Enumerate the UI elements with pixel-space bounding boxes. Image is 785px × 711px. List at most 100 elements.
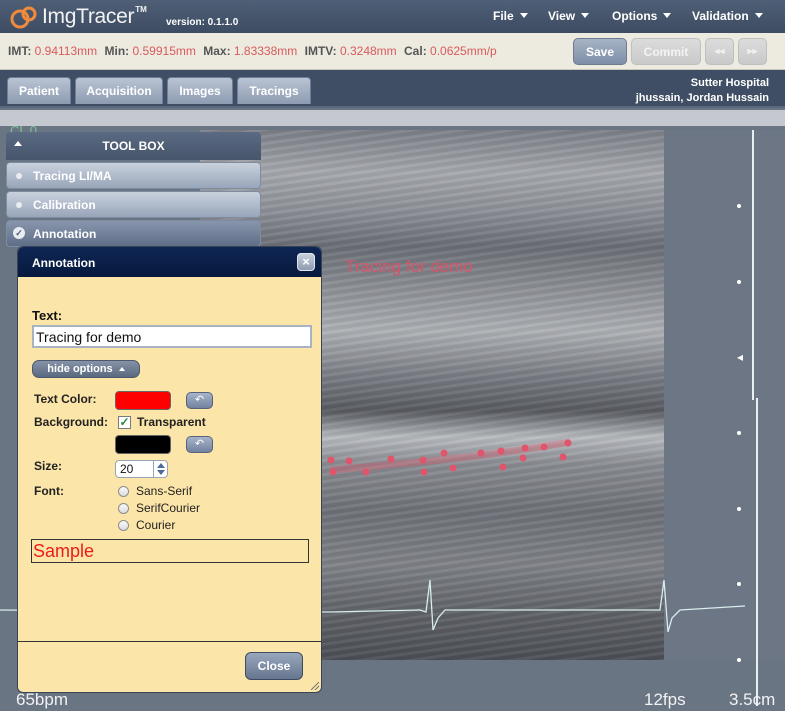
bullet-icon: [16, 173, 22, 179]
trace-point: [499, 463, 507, 471]
logo-icon: [10, 6, 37, 29]
trademark: TM: [135, 4, 147, 14]
depth-readout: 3.5cm: [729, 690, 776, 709]
app-name: ImgTracer: [42, 5, 135, 28]
annotation-dialog: Annotation × Text: hide options Text Col…: [17, 246, 322, 693]
tool-tracing-lima[interactable]: Tracing LI/MA: [6, 162, 261, 189]
scale-line-lower: [756, 398, 758, 706]
spin-up-icon[interactable]: [157, 463, 165, 468]
imtv-value: 0.3248mm: [339, 44, 397, 58]
chevron-up-icon: [118, 367, 125, 371]
previous-button[interactable]: ◂◂: [705, 38, 734, 65]
text-label: Text:: [32, 308, 63, 323]
dialog-title: Annotation: [32, 256, 96, 270]
tab-tracings[interactable]: Tracings: [237, 77, 311, 104]
depth-marker: [737, 431, 741, 435]
divider: [18, 641, 321, 642]
trace-point: [540, 443, 548, 451]
close-icon[interactable]: ×: [297, 253, 315, 271]
depth-marker: [737, 204, 741, 208]
annotation-text-input[interactable]: [32, 325, 312, 348]
viewer-top-strip: [0, 110, 785, 126]
trace-point: [449, 464, 457, 472]
font-option-label: Courier: [136, 518, 176, 532]
depth-marker: [737, 507, 741, 511]
spinner-icon[interactable]: [153, 460, 168, 478]
toolbox-title: TOOL BOX: [102, 139, 165, 153]
scale-line: [752, 130, 754, 400]
tab-patient[interactable]: Patient: [7, 77, 71, 104]
cal-label: Cal:: [404, 44, 427, 58]
hospital-name: Sutter Hospital: [690, 77, 769, 89]
font-option-label: SerifCourier: [136, 501, 201, 515]
save-button[interactable]: Save: [573, 38, 627, 65]
max-value: 1.83338mm: [233, 44, 298, 58]
trace-point: [419, 456, 427, 464]
tool-calibration[interactable]: Calibration: [6, 191, 261, 218]
top-header: ImgTracer TM version: 0.1.1.0 File View …: [0, 0, 785, 33]
menu-validation[interactable]: Validation: [692, 9, 763, 23]
tab-acquisition[interactable]: Acquisition: [75, 77, 163, 104]
tool-label: Tracing LI/MA: [33, 168, 112, 183]
depth-marker: [737, 658, 741, 662]
collapse-icon[interactable]: [14, 141, 22, 146]
close-button[interactable]: Close: [245, 652, 303, 680]
depth-marker: [737, 280, 741, 284]
trace-point: [564, 439, 572, 447]
hospital-user-info: Sutter Hospital jhussain, Jordan Hussain: [636, 76, 769, 106]
spin-down-icon[interactable]: [157, 470, 165, 475]
commit-button[interactable]: Commit: [631, 38, 701, 65]
dialog-titlebar[interactable]: Annotation ×: [18, 247, 321, 277]
imt-value: 0.94113mm: [34, 44, 98, 58]
chevron-down-icon: [754, 13, 763, 18]
font-sample-preview: Sample: [31, 539, 309, 563]
toolbox-header[interactable]: TOOL BOX: [6, 132, 261, 160]
trace-point: [329, 468, 337, 476]
trace-point: [519, 454, 527, 462]
tool-label: Annotation: [33, 226, 97, 241]
trace-point: [477, 449, 485, 457]
menu-view[interactable]: View: [548, 9, 590, 23]
font-radio-sans-serif[interactable]: [118, 486, 129, 497]
tool-annotation[interactable]: ✓ Annotation: [6, 220, 261, 247]
font-label: Font:: [34, 484, 64, 498]
focus-marker-icon[interactable]: ◂: [737, 350, 743, 364]
trace-point: [387, 455, 395, 463]
bullet-icon: [16, 202, 22, 208]
tab-images[interactable]: Images: [167, 77, 233, 104]
background-color-swatch[interactable]: [115, 435, 171, 454]
min-label: Min:: [104, 44, 130, 58]
font-radio-courier[interactable]: [118, 520, 129, 531]
text-color-swatch[interactable]: [115, 391, 171, 410]
undo-text-color-icon[interactable]: ↶: [186, 392, 213, 409]
max-label: Max:: [203, 44, 231, 58]
heart-rate-readout: 65bpm: [16, 690, 68, 709]
font-option-label: Sans-Serif: [136, 484, 193, 498]
check-icon: ✓: [13, 227, 25, 239]
background-label: Background:: [34, 415, 109, 429]
imtv-label: IMTV:: [304, 44, 337, 58]
menu-options[interactable]: Options: [612, 9, 672, 23]
chevron-down-icon: [519, 13, 528, 18]
user-name: jhussain, Jordan Hussain: [635, 92, 769, 104]
font-radio-serifcourier[interactable]: [118, 503, 129, 514]
undo-background-color-icon[interactable]: ↶: [186, 436, 213, 453]
cal-value: 0.0625mm/p: [430, 44, 497, 58]
trace-point: [327, 456, 335, 464]
hide-options-button[interactable]: hide options: [32, 360, 140, 378]
version-label: version: 0.1.1.0: [166, 17, 239, 28]
toolbox-panel: TOOL BOX Tracing LI/MA Calibration ✓ Ann…: [6, 132, 261, 247]
min-value: 0.59915mm: [132, 44, 196, 58]
resize-grip-icon[interactable]: [311, 682, 319, 690]
trace-point: [559, 453, 567, 461]
transparent-label: Transparent: [137, 415, 206, 429]
trace-point: [362, 468, 370, 476]
menu-file[interactable]: File: [493, 9, 528, 23]
transparent-checkbox[interactable]: ✓: [118, 416, 131, 429]
annotation-overlay-text[interactable]: Tracing for demo: [345, 257, 473, 277]
text-color-label: Text Color:: [34, 392, 97, 406]
next-button[interactable]: ▸▸: [738, 38, 767, 65]
chevron-down-icon: [581, 13, 590, 18]
measurement-bar: IMT: 0.94113mm Min: 0.59915mm Max: 1.833…: [0, 33, 785, 70]
app-logo: ImgTracer TM: [10, 4, 147, 30]
